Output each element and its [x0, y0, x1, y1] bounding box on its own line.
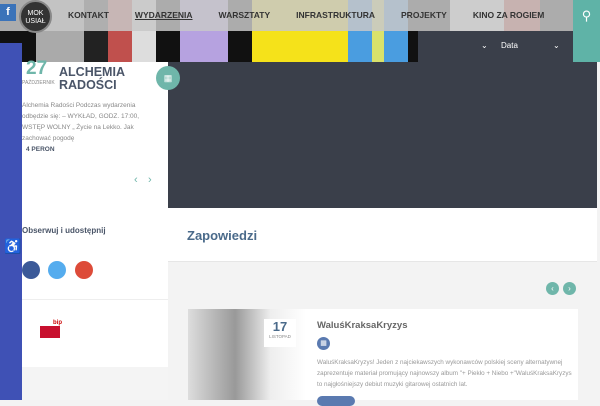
facebook-button[interactable]: f [0, 4, 16, 21]
more-button[interactable] [317, 396, 355, 406]
calendar-icon[interactable]: ▦ [317, 337, 330, 350]
event-month: LISTOPAD [269, 334, 291, 339]
event-month: PAŹDZIERNIK [22, 80, 55, 86]
event-image[interactable]: 17 LISTOPAD [188, 309, 306, 400]
event-day: 27 [26, 58, 48, 79]
calendar-icon: ▦ [163, 73, 173, 83]
section-title: Zapowiedzi [187, 228, 258, 243]
next-arrow-icon[interactable]: › [148, 174, 152, 186]
twitter-share-button[interactable] [48, 261, 66, 279]
nav-infrastruktura[interactable]: INFRASTRUKTURA [296, 10, 375, 20]
search-button[interactable]: ⚲ [573, 0, 600, 62]
main-nav: f MOK USIAŁ KONTAKT WYDARZENIA WARSZTATY… [0, 0, 573, 33]
event-description: Alchemia Radości Podczas wydarzenia odbę… [22, 102, 140, 142]
event-day: 17 [272, 319, 288, 334]
event-title[interactable]: ALCHEMIA RADOŚCI [59, 66, 168, 92]
wheelchair-icon[interactable]: ♿ [4, 238, 21, 255]
date-badge: 17 LISTOPAD [264, 319, 296, 347]
bip-logo[interactable]: bip [40, 320, 62, 344]
divider [22, 299, 168, 300]
event-place[interactable]: 4 PERON [26, 146, 55, 153]
nav-warsztaty[interactable]: WARSZTATY [219, 10, 271, 20]
bip-flag [40, 326, 60, 338]
date-select[interactable]: Data [501, 41, 518, 50]
filter-bar: ⌄ Data ⌄ [418, 31, 573, 62]
facebook-share-button[interactable] [22, 261, 40, 279]
hero-area [168, 62, 597, 208]
logo[interactable]: MOK USIAŁ [19, 0, 52, 33]
event-card: 17 LISTOPAD WaluśKraksaKryzys ▦ WaluśKra… [188, 309, 578, 406]
carousel-next-button[interactable]: › [563, 282, 576, 295]
featured-event-card: 27 PAŹDZIERNIK ALCHEMIA RADOŚCI Alchemia… [22, 58, 168, 400]
nav-projekty[interactable]: PROJEKTY [401, 10, 447, 20]
accessibility-strip [0, 43, 22, 400]
google-share-button[interactable] [75, 261, 93, 279]
calendar-button[interactable]: ▦ [156, 66, 180, 90]
event-description: WaluśKraksaKryzys! Jeden z najciekawszyc… [317, 359, 572, 388]
share-label: Obserwuj i udostępnij [22, 226, 106, 235]
category-select-chevron-icon[interactable]: ⌄ [481, 41, 488, 50]
chevron-down-icon[interactable]: ⌄ [553, 41, 560, 50]
section-header: Zapowiedzi [168, 208, 597, 262]
event-title[interactable]: WaluśKraksaKryzys [317, 320, 407, 331]
carousel-prev-button[interactable]: ‹ [546, 282, 559, 295]
nav-kontakt[interactable]: KONTAKT [68, 10, 109, 20]
footer-area [22, 367, 168, 400]
search-icon: ⚲ [581, 8, 592, 23]
nav-kino[interactable]: KINO ZA ROGIEM [473, 10, 544, 20]
prev-arrow-icon[interactable]: ‹ [134, 174, 138, 186]
nav-wydarzenia[interactable]: WYDARZENIA [135, 10, 193, 20]
